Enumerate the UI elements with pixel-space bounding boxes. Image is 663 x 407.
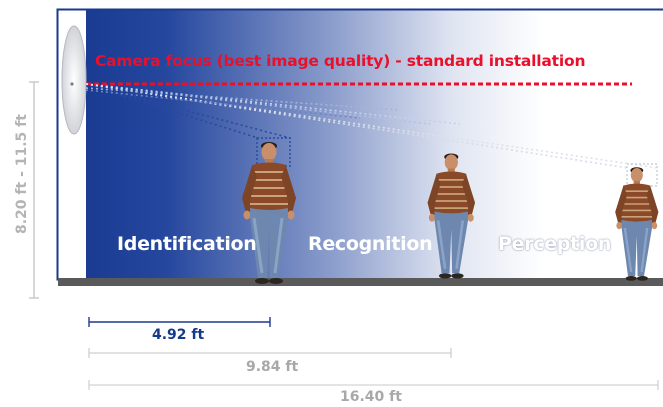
distance-label-3: 16.40 ft	[340, 389, 402, 405]
zone-label-recognition: Recognition	[308, 233, 433, 255]
camera-focus-label: Camera focus (best image quality) - stan…	[95, 52, 586, 70]
camera-icon	[61, 25, 87, 135]
distance-line-2	[88, 348, 452, 358]
height-dimension-line	[29, 81, 39, 299]
height-range-label: 8.20 ft - 11.5 ft	[14, 114, 30, 234]
zone-label-perception: Perception	[498, 233, 612, 255]
distance-line-1	[88, 317, 271, 327]
floor	[58, 278, 663, 286]
distance-label-2: 9.84 ft	[246, 359, 299, 375]
distance-label-1: 4.92 ft	[152, 327, 205, 343]
zone-label-identification: Identification	[117, 233, 257, 255]
camera-distance-diagram: Camera focus (best image quality) - stan…	[0, 0, 663, 407]
